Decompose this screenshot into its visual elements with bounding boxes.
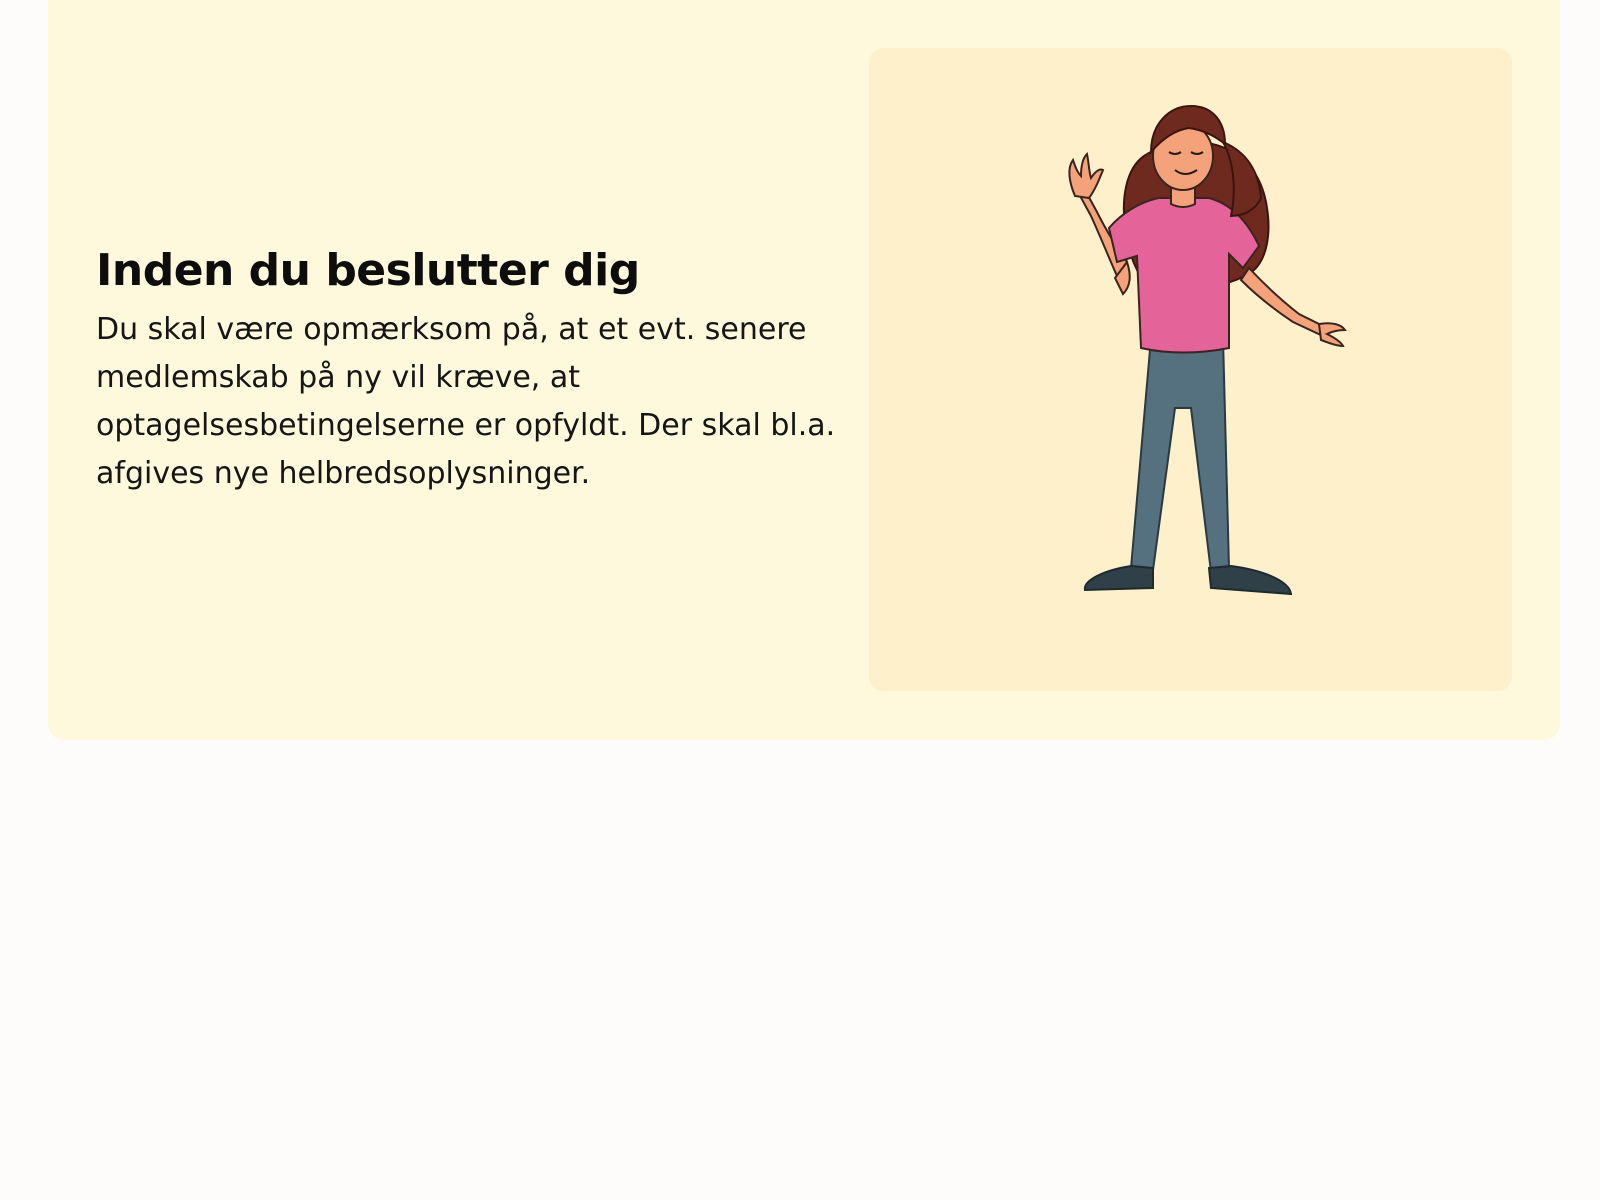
pants <box>1129 337 1231 574</box>
info-card: Inden du beslutter dig Du skal være opmæ… <box>48 0 1560 740</box>
left-shoe <box>1083 564 1154 592</box>
section-body-text: Du skal være opmærksom på, at et evt. se… <box>96 312 836 491</box>
right-shoe <box>1207 564 1293 596</box>
waving-woman-illustration <box>1068 104 1347 596</box>
right-arm <box>1239 266 1329 338</box>
section-title: Inden du beslutter dig <box>96 245 640 296</box>
right-hand <box>1317 322 1347 348</box>
illustration-container <box>869 48 1512 691</box>
left-hand <box>1068 151 1105 200</box>
info-text-column: Inden du beslutter dig Du skal være opmæ… <box>96 244 836 498</box>
